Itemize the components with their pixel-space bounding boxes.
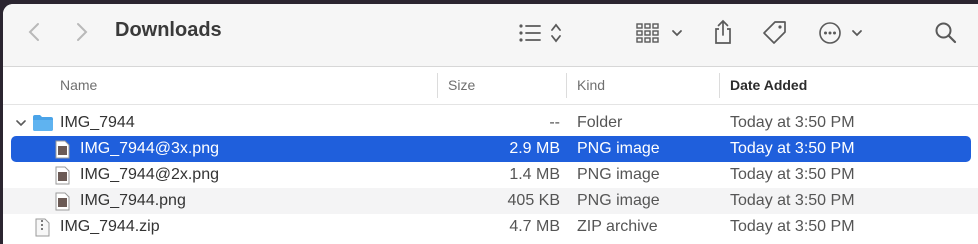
file-size: 1.4 MB (509, 166, 560, 183)
column-divider[interactable] (566, 73, 567, 98)
disclosure-chevron-down-icon[interactable] (16, 118, 26, 128)
file-name: IMG_7944.zip (60, 218, 160, 235)
column-header: Name Size Kind Date Added (3, 66, 978, 105)
file-size: 405 KB (507, 192, 560, 209)
file-kind: PNG image (577, 140, 660, 157)
group-button[interactable] (636, 21, 688, 45)
ellipsis-circle-icon (819, 22, 862, 44)
chevron-right-icon (77, 23, 88, 41)
file-name: IMG_7944.png (80, 192, 186, 209)
list-view-icon (519, 23, 561, 43)
list-item[interactable]: IMG_7944@2x.png 1.4 MB PNG image Today a… (3, 162, 978, 188)
column-name[interactable]: Name (60, 67, 97, 104)
file-name: IMG_7944 (60, 114, 135, 131)
finder-window: Downloads Name Size Kind Date Added IMG_… (3, 4, 978, 244)
list-item[interactable]: IMG_7944.png 405 KB PNG image Today at 3… (3, 188, 978, 214)
search-button[interactable] (932, 19, 960, 47)
file-size: 2.9 MB (509, 140, 560, 157)
column-kind[interactable]: Kind (577, 67, 605, 104)
more-actions-button[interactable] (818, 20, 868, 46)
column-date-added[interactable]: Date Added (730, 67, 807, 104)
image-file-icon (55, 192, 70, 211)
chevron-left-icon (28, 23, 39, 41)
column-divider[interactable] (719, 73, 720, 98)
share-button[interactable] (711, 18, 735, 46)
file-kind: ZIP archive (577, 218, 658, 235)
file-date-added: Today at 3:50 PM (730, 192, 855, 209)
back-button[interactable] (23, 20, 45, 44)
file-date-added: Today at 3:50 PM (730, 140, 855, 157)
folder-icon (33, 115, 53, 131)
tag-button[interactable] (761, 19, 789, 47)
list-item[interactable]: IMG_7944.zip 4.7 MB ZIP archive Today at… (3, 214, 978, 240)
image-file-icon (55, 140, 70, 159)
file-size: 4.7 MB (509, 218, 560, 235)
file-name: IMG_7944@2x.png (80, 166, 219, 183)
toolbar: Downloads (3, 4, 978, 66)
grid-group-icon (636, 23, 682, 43)
column-size[interactable]: Size (448, 67, 475, 104)
file-date-added: Today at 3:50 PM (730, 218, 855, 235)
zip-file-icon (35, 218, 50, 237)
file-kind: Folder (577, 114, 623, 131)
column-divider[interactable] (437, 73, 438, 98)
forward-button[interactable] (71, 20, 93, 44)
file-size: -- (549, 114, 560, 131)
view-options-button[interactable] (517, 21, 567, 45)
window-title: Downloads (115, 19, 222, 41)
file-date-added: Today at 3:50 PM (730, 166, 855, 183)
image-file-icon (55, 166, 70, 185)
file-name: IMG_7944@3x.png (80, 140, 219, 157)
list-item[interactable]: IMG_7944 -- Folder Today at 3:50 PM (3, 110, 978, 136)
file-date-added: Today at 3:50 PM (730, 114, 855, 131)
list-item-selected[interactable]: IMG_7944@3x.png 2.9 MB PNG image Today a… (11, 136, 971, 162)
file-kind: PNG image (577, 166, 660, 183)
search-icon (935, 22, 957, 44)
tag-icon (763, 21, 786, 44)
file-kind: PNG image (577, 192, 660, 209)
share-icon (715, 19, 731, 44)
